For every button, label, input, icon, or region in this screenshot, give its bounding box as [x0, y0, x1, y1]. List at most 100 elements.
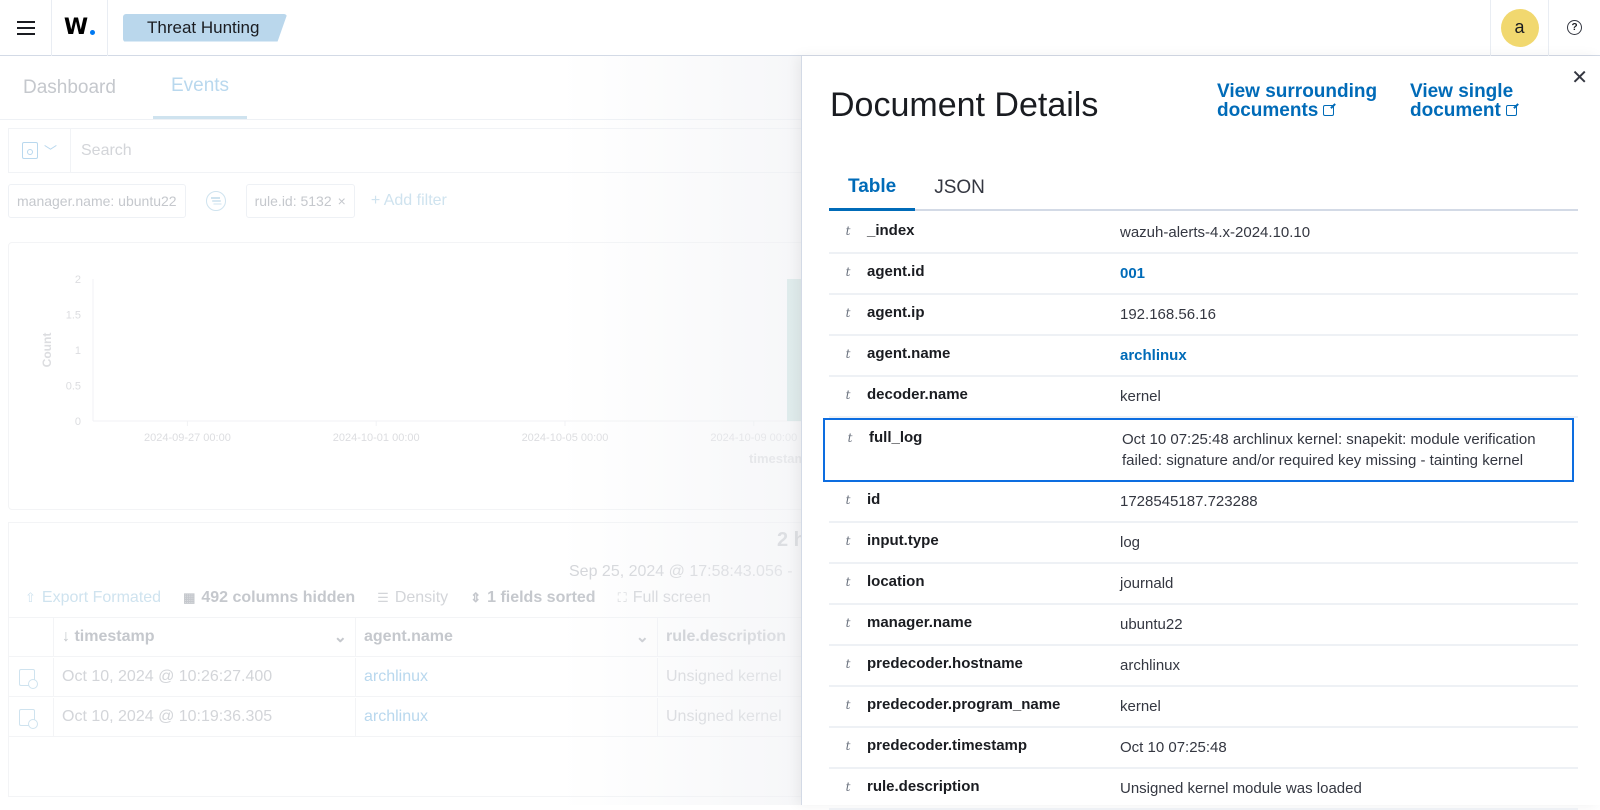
field-value: journald: [1120, 575, 1174, 592]
y-tick-label: 1.5: [66, 310, 81, 322]
density-icon: ☰: [377, 590, 389, 605]
flyout-title: Document Details: [830, 86, 1099, 124]
table-row: Oct 10, 2024 @ 10:26:27.400 archlinux Un…: [9, 658, 809, 697]
results-panel: 2 h Sep 25, 2024 @ 17:58:43.056 - ⇧ Expor…: [8, 522, 809, 797]
density-label: Density: [394, 589, 449, 606]
sort-button[interactable]: ⇕ 1 fields sorted: [470, 589, 595, 607]
field-name: input.type: [867, 532, 939, 549]
app-logo[interactable]: W: [52, 0, 108, 56]
row-actions: [9, 658, 54, 696]
export-label: Export Formated: [41, 589, 162, 606]
remove-filter-icon[interactable]: ×: [338, 193, 346, 209]
document-fields-table: t _index wazuh-alerts-4.x-2024.10.10 t agent…: [823, 213, 1578, 810]
field-value: kernel: [1120, 388, 1161, 405]
row-actions: [9, 698, 54, 736]
search-input[interactable]: [71, 141, 771, 160]
cell-rule-description: Unsigned kernel: [666, 668, 782, 685]
field-name: id: [867, 491, 881, 508]
link-text: View surrounding: [1217, 81, 1378, 102]
help-menu: ?: [1548, 0, 1600, 56]
field-value[interactable]: 001: [1120, 263, 1578, 284]
field-row-index[interactable]: t _index wazuh-alerts-4.x-2024.10.10: [829, 213, 1578, 254]
cell-agent-name[interactable]: archlinux: [356, 658, 658, 696]
question-circle-icon[interactable]: ?: [1567, 20, 1582, 35]
add-filter-button[interactable]: + Add filter: [371, 192, 447, 210]
field-row-decoder-name[interactable]: t decoder.name kernel: [829, 377, 1578, 418]
column-header-timestamp[interactable]: ↓ timestamp ⌄: [54, 618, 356, 656]
saved-query-button[interactable]: ﹀: [9, 129, 71, 172]
field-row-full-log[interactable]: t full_log Oct 10 07:25:48 archlinux kerne…: [823, 418, 1574, 482]
chevron-down-icon[interactable]: ⌄: [636, 627, 649, 647]
logo-text: W: [63, 15, 89, 40]
columns-icon: ▦: [183, 590, 196, 605]
field-value: kernel: [1120, 698, 1161, 715]
filter-pill-manager-name[interactable]: manager.name: ubuntu22: [8, 184, 186, 218]
cell-timestamp: Oct 10, 2024 @ 10:26:27.400: [54, 658, 356, 696]
field-row-agent-id[interactable]: t agent.id 001: [829, 254, 1578, 295]
field-row-input-type[interactable]: t input.type log: [829, 523, 1578, 564]
density-button[interactable]: ☰ Density: [377, 589, 448, 607]
column-label: rule.description: [666, 628, 787, 645]
flyout-tabs: Table JSON: [829, 166, 1578, 211]
field-value: Oct 10 07:25:48: [1120, 739, 1227, 756]
field-name: _index: [867, 222, 915, 239]
grid-toolbar: ⇧ Export Formated ▦ 492 columns hidden ☰ De…: [25, 589, 711, 607]
y-tick-label: 2: [75, 274, 81, 286]
tab-json[interactable]: JSON: [915, 166, 1004, 209]
field-row-predecoder-timestamp[interactable]: t predecoder.timestamp Oct 10 07:25:48: [829, 728, 1578, 769]
field-row-agent-name[interactable]: t agent.name archlinux: [829, 336, 1578, 377]
string-type-icon: t: [847, 431, 853, 445]
avatar[interactable]: a: [1500, 8, 1539, 47]
document-details-flyout: Document Details View surrounding docume…: [801, 56, 1600, 810]
inspect-document-icon[interactable]: [19, 708, 38, 729]
link-text: documents: [1217, 100, 1319, 121]
tab-events[interactable]: Events: [152, 56, 248, 119]
tab-table[interactable]: Table: [829, 166, 916, 211]
breadcrumb-threat-hunting[interactable]: Threat Hunting: [123, 13, 288, 42]
column-header-agent-name[interactable]: agent.name ⌄: [356, 618, 658, 656]
field-row-manager-name[interactable]: t manager.name ubuntu22: [829, 605, 1578, 646]
field-row-rule-description[interactable]: t rule.description Unsigned kernel module …: [829, 769, 1578, 810]
string-type-icon: t: [845, 575, 851, 589]
chevron-down-icon[interactable]: ⌄: [334, 627, 347, 647]
x-tick-label: 2024-10-05 00:00: [522, 432, 609, 444]
view-surrounding-documents-link[interactable]: View surrounding documents: [1217, 82, 1377, 120]
y-tick-label: 1: [75, 345, 81, 357]
field-row-predecoder-hostname[interactable]: t predecoder.hostname archlinux: [829, 646, 1578, 687]
view-single-document-link[interactable]: View single document: [1410, 82, 1517, 120]
cell-agent-name[interactable]: archlinux: [356, 698, 658, 736]
inspect-document-icon[interactable]: [19, 668, 38, 689]
string-type-icon: t: [845, 388, 851, 402]
filter-label: rule.id: 5132: [254, 193, 332, 209]
field-row-id[interactable]: t id 1728545187.723288: [829, 482, 1578, 523]
field-name: location: [867, 573, 925, 590]
field-value: Oct 10 07:25:48 archlinux kernel: snapek…: [1122, 431, 1536, 469]
field-row-location[interactable]: t location journald: [829, 564, 1578, 605]
field-value: wazuh-alerts-4.x-2024.10.10: [1120, 224, 1311, 241]
y-tick-label: 0: [75, 416, 81, 428]
field-value: log: [1120, 534, 1141, 551]
export-button[interactable]: ⇧ Export Formated: [25, 589, 161, 607]
fullscreen-label: Full screen: [632, 589, 711, 606]
field-name: predecoder.hostname: [867, 655, 1023, 672]
chevron-down-icon: ﹀: [43, 144, 57, 159]
field-row-predecoder-program-name[interactable]: t predecoder.program_name kernel: [829, 687, 1578, 728]
string-type-icon: t: [845, 657, 851, 671]
field-value[interactable]: archlinux: [1120, 345, 1578, 366]
columns-button[interactable]: ▦ 492 columns hidden: [183, 589, 355, 607]
field-row-agent-ip[interactable]: t agent.ip 192.168.56.16: [829, 295, 1578, 336]
grid-header: ↓ timestamp ⌄ agent.name ⌄ rule.descriptio…: [9, 617, 809, 657]
column-header-rule-description[interactable]: rule.description: [658, 618, 809, 656]
filter-pill-rule-id[interactable]: rule.id: 5132 ×: [245, 184, 355, 218]
tab-dashboard[interactable]: Dashboard: [8, 56, 131, 119]
field-name: rule.description: [867, 778, 980, 795]
cell-timestamp: Oct 10, 2024 @ 10:19:36.305: [54, 698, 356, 736]
filter-options-icon[interactable]: [205, 191, 226, 211]
close-icon[interactable]: ✕: [1571, 68, 1588, 88]
string-type-icon: t: [845, 493, 851, 507]
string-type-icon: t: [845, 780, 851, 794]
field-name: manager.name: [867, 614, 973, 631]
fullscreen-button[interactable]: ⛶ Full screen: [618, 589, 711, 607]
link-text: document: [1410, 100, 1501, 121]
menu-button[interactable]: [0, 0, 52, 56]
